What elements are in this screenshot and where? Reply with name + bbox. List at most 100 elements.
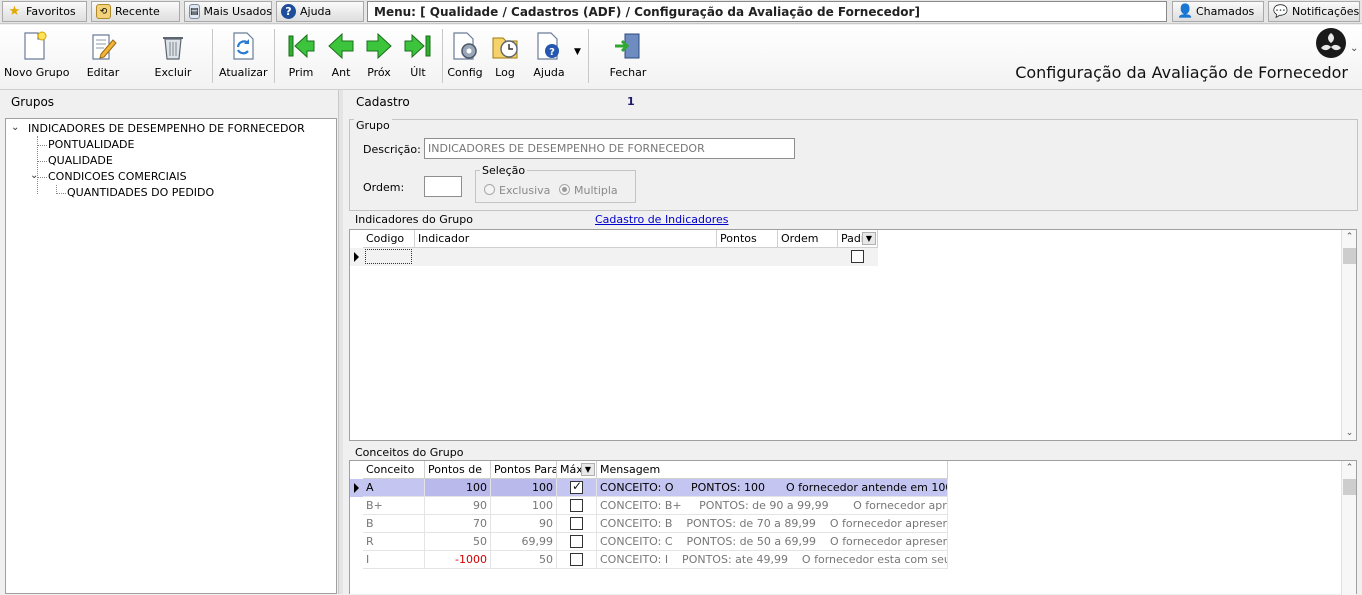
star-icon: ★ (8, 4, 21, 19)
panel-splitter[interactable] (338, 90, 343, 594)
ajuda-dropdown-arrow[interactable]: ▼ (574, 47, 581, 57)
maxi-checkbox[interactable] (570, 499, 583, 512)
table-cell-de[interactable]: 100 (425, 479, 491, 497)
table-cell-conceito[interactable]: I (363, 551, 425, 569)
table-cell-msg[interactable]: CONCEITO: I PONTOS: ate 49,99 O forneced… (597, 551, 948, 569)
logo-dropdown-chevron-icon[interactable]: ⌄ (1350, 43, 1358, 54)
main-toolbar: Novo Grupo Editar Excluir Atualizar Prim… (0, 25, 1362, 90)
cadastro-indicadores-link[interactable]: Cadastro de Indicadores (595, 213, 728, 226)
current-row-indicator-icon (354, 483, 359, 493)
novo-grupo-button[interactable]: Novo Grupo (4, 30, 69, 82)
column-header-mensagem[interactable]: Mensagem (597, 461, 948, 479)
table-cell-msg[interactable]: CONCEITO: C PONTOS: de 50 a 69,99 O forn… (597, 533, 948, 551)
table-cell-conceito[interactable]: B+ (363, 497, 425, 515)
column-header-codigo[interactable]: Codigo (363, 230, 415, 248)
ajuda-menu-button[interactable]: ? Ajuda (276, 1, 364, 22)
next-record-icon (366, 32, 392, 60)
mais-usados-button[interactable]: ▤ Mais Usados (184, 1, 272, 22)
conceitos-grid[interactable]: Conceito Pontos de Pontos Para Máxi ▼ Me… (349, 460, 1357, 595)
tree-item[interactable]: QUANTIDADES DO PEDIDO (67, 186, 214, 199)
tree-item[interactable]: QUALIDADE (48, 154, 113, 167)
selecao-groupbox: Seleção Exclusiva Multipla (475, 164, 636, 203)
tree-item[interactable]: PONTUALIDADE (48, 138, 134, 151)
table-cell-conceito[interactable]: B (363, 515, 425, 533)
descricao-field[interactable]: INDICADORES DE DESEMPENHO DE FORNECEDOR (424, 138, 795, 159)
excluir-button[interactable]: Excluir (150, 30, 196, 82)
scroll-thumb[interactable] (1343, 479, 1356, 495)
column-header-pontos-de[interactable]: Pontos de (425, 461, 491, 479)
table-cell-de[interactable]: -1000 (425, 551, 491, 569)
screen-title: Configuração da Avaliação de Fornecedor (1015, 63, 1348, 82)
log-button[interactable]: Log (489, 30, 521, 82)
chat-icon: 💬 (1273, 4, 1288, 18)
indicadores-legend: Indicadores do Grupo (355, 213, 473, 226)
scroll-up-arrow-icon[interactable]: ⌃ (1342, 232, 1357, 242)
table-cell-para[interactable]: 100 (491, 479, 557, 497)
table-cell-de[interactable]: 90 (425, 497, 491, 515)
table-cell-msg[interactable]: CONCEITO: O PONTOS: 100 O fornecedor ant… (597, 479, 948, 497)
column-filter-dropdown-icon[interactable]: ▼ (862, 232, 876, 245)
prim-button[interactable]: Prim (284, 30, 318, 82)
toolbar-separator (274, 29, 275, 83)
descricao-label: Descrição: (363, 143, 421, 156)
ordem-field[interactable] (424, 176, 462, 197)
column-header-conceito[interactable]: Conceito (363, 461, 425, 479)
favoritos-button[interactable]: ★ Favoritos (2, 1, 87, 22)
padrao-checkbox[interactable] (851, 250, 864, 263)
scroll-thumb[interactable] (1343, 248, 1356, 264)
settings-icon (453, 32, 477, 60)
table-cell-msg[interactable]: CONCEITO: B+ PONTOS: de 90 a 99,99 O for… (597, 497, 948, 515)
scroll-up-arrow-icon[interactable]: ⌃ (1342, 463, 1357, 473)
tree-expand-chevron-icon[interactable]: ⌄ (11, 122, 19, 133)
maxi-checkbox[interactable] (570, 479, 583, 494)
conceitos-vertical-scrollbar[interactable]: ⌃ (1341, 461, 1356, 595)
maxi-checkbox[interactable] (570, 535, 583, 548)
table-cell-para[interactable]: 100 (491, 497, 557, 515)
column-header-indicador[interactable]: Indicador (415, 230, 717, 248)
exclusiva-radio[interactable] (484, 184, 495, 195)
maxi-checkbox[interactable] (570, 553, 583, 566)
column-header-pontos-para[interactable]: Pontos Para (491, 461, 557, 479)
maxi-checkbox[interactable] (570, 517, 583, 530)
multipla-radio[interactable] (559, 184, 570, 195)
groups-tree[interactable]: ⌄ INDICADORES DE DESEMPENHO DE FORNECEDO… (5, 118, 337, 594)
column-header-pontos[interactable]: Pontos (717, 230, 778, 248)
tree-item[interactable]: INDICADORES DE DESEMPENHO DE FORNECEDOR (28, 122, 305, 135)
table-cell-msg[interactable]: CONCEITO: B PONTOS: de 70 a 89,99 O forn… (597, 515, 948, 533)
toolbar-separator (588, 29, 589, 83)
table-cell-para[interactable]: 69,99 (491, 533, 557, 551)
table-row[interactable] (350, 248, 878, 266)
prox-button[interactable]: Próx (362, 30, 396, 82)
table-cell-para[interactable]: 90 (491, 515, 557, 533)
ult-button[interactable]: Últ (401, 30, 435, 82)
table-cell-conceito[interactable]: A (363, 479, 425, 497)
focused-cell[interactable] (365, 249, 412, 264)
notificacoes-button[interactable]: 💬 Notificações (1268, 1, 1360, 22)
table-cell-de[interactable]: 50 (425, 533, 491, 551)
column-filter-dropdown-icon[interactable]: ▼ (581, 463, 595, 476)
editar-button[interactable]: Editar (80, 30, 126, 82)
grupo-legend: Grupo (354, 119, 392, 132)
table-cell-de[interactable]: 70 (425, 515, 491, 533)
help-document-icon: ? (537, 32, 559, 60)
ajuda-toolbar-button[interactable]: ? Ajuda (530, 30, 568, 82)
chamados-button[interactable]: 👤 Chamados (1172, 1, 1264, 22)
table-cell-conceito[interactable]: R (363, 533, 425, 551)
indicadores-vertical-scrollbar[interactable]: ⌃ ⌄ (1341, 230, 1356, 440)
help-icon: ? (281, 4, 296, 19)
config-button[interactable]: Config (447, 30, 483, 82)
scroll-down-arrow-icon[interactable]: ⌄ (1342, 428, 1357, 438)
atualizar-button[interactable]: Atualizar (219, 30, 268, 82)
tree-connector (37, 177, 47, 178)
fechar-button[interactable]: Fechar (606, 30, 650, 82)
tree-expand-chevron-icon[interactable]: ⌄ (30, 170, 38, 181)
tree-item[interactable]: CONDICOES COMERCIAIS (48, 170, 187, 183)
previous-record-icon (328, 32, 354, 60)
recente-button[interactable]: ⟲ Recente (91, 1, 180, 22)
ant-button[interactable]: Ant (324, 30, 358, 82)
user-icon: 👤 (1177, 4, 1194, 19)
table-cell-para[interactable]: 50 (491, 551, 557, 569)
column-header-ordem[interactable]: Ordem (778, 230, 838, 248)
app-logo-icon[interactable] (1316, 28, 1346, 58)
indicadores-grid[interactable]: Codigo Indicador Pontos Ordem Padr ▼ ⌃ ⌄ (349, 229, 1357, 441)
